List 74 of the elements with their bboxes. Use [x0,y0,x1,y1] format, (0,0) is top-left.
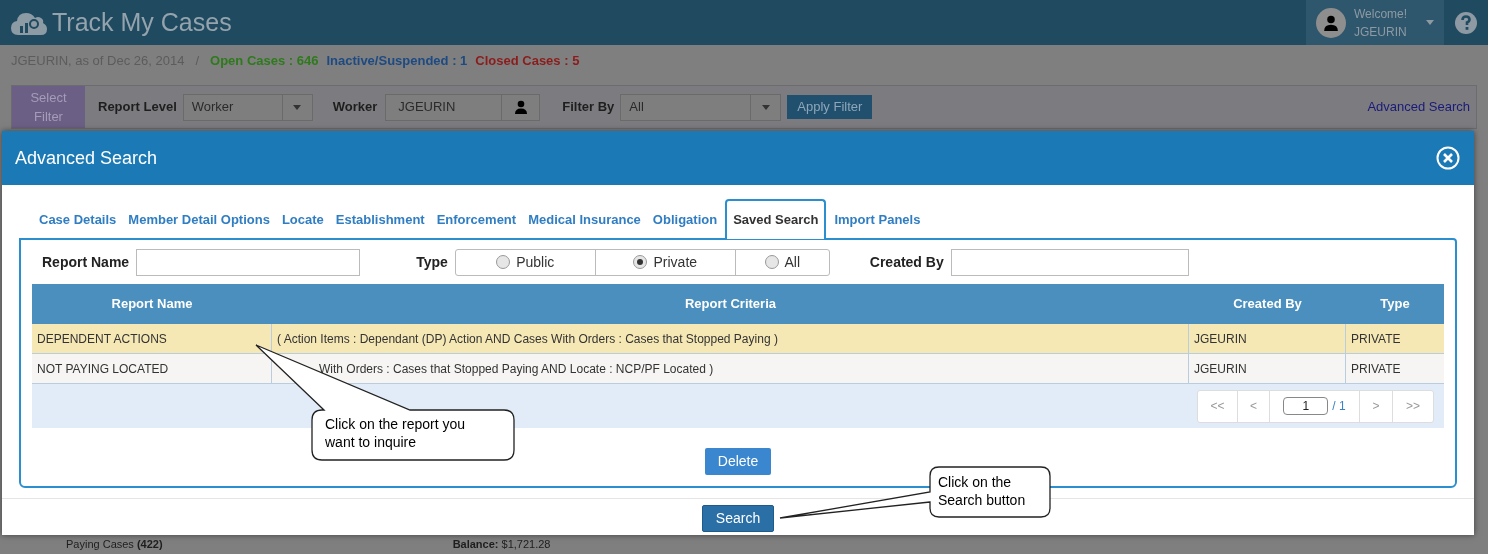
field-label: Filter By [562,98,615,117]
table-cell-text: JGEURIN [1194,330,1247,348]
field-label: Created By [869,252,944,272]
column-header: Report Criteria [685,295,776,314]
report-level-dropdown[interactable]: Worker [182,93,313,121]
tab[interactable]: Import Panels [828,202,927,238]
user-menu[interactable]: Welcome! JGEURIN [1306,0,1444,45]
close-icon[interactable] [1436,146,1460,170]
tab[interactable]: Saved Search [725,199,827,239]
table-cell-text: PRIVATE [1351,360,1401,378]
caret-icon [293,104,302,110]
case-count: Open Cases : 646 [210,52,319,71]
table-cell-text: JGEURIN [1194,360,1247,378]
callout-text: Click on the Search button [938,473,1027,509]
report-name-field[interactable] [136,248,361,276]
dropdown-value: All [628,98,645,117]
page-number-field[interactable]: 1 [1283,397,1329,415]
page-total: / 1 [1332,398,1346,415]
tab[interactable]: Enforcement [430,202,523,238]
table-cell-text: DEPENDENT ACTIONS [37,330,167,348]
separator-text: / [194,52,201,71]
person-icon [513,100,528,114]
app-title: Track My Cases [52,6,232,38]
dialog-title: Advanced Search [15,146,158,170]
balance-text: Balance: $1,721.28 [452,536,551,551]
advanced-search-link[interactable]: Advanced Search [1367,97,1470,117]
filter-by-dropdown[interactable]: All [620,93,782,121]
tab[interactable]: Case Details [33,202,123,238]
callout-text: Click on the report you want to inquire [325,415,467,451]
case-count: Inactive/Suspended : 1 [326,52,468,71]
tab[interactable]: Member Detail Options [122,202,276,238]
tab[interactable]: Establishment [329,202,431,238]
type-radio-option[interactable]: Private [595,249,736,275]
next-page-button[interactable]: > [1360,390,1393,422]
previous-page-button[interactable]: < [1238,390,1270,422]
tab[interactable]: Medical Insurance [522,202,647,238]
tab[interactable]: Obligation [646,202,724,238]
person-icon [1323,14,1339,31]
search-button[interactable]: Search [701,504,775,532]
table-cell-text: PRIVATE [1351,330,1401,348]
field-label: Report Name [42,252,130,272]
table-cell-text: With Orders : Cases that Stopped Paying AND Locate : NCP/PF Located ) [319,360,714,378]
column-header: Created By [1233,295,1302,314]
field-label: Report Level [98,98,177,117]
select-filter-tab[interactable]: Select Filter [12,86,85,128]
last-page-button[interactable]: >> [1393,390,1433,422]
created-by-field[interactable] [950,248,1189,276]
column-header: Report Name [111,295,193,314]
dropdown-value: Worker [190,98,235,117]
worker-field[interactable]: JGEURIN [385,93,541,121]
type-radio-option[interactable]: All [735,249,829,275]
column-header: Type [1380,295,1410,314]
radio-label: Public [516,252,555,272]
field-value: JGEURIN [397,98,457,117]
radio-label: All [784,252,801,272]
first-page-button[interactable]: << [1198,390,1238,422]
help-icon[interactable] [1455,11,1477,34]
caret-icon [761,104,770,110]
caret-icon [1426,20,1434,25]
tab[interactable]: Locate [275,202,330,238]
welcome-text: Welcome! [1354,5,1408,23]
field-label: Worker [332,98,378,117]
paying-cases-text: Paying Cases (422) [66,536,163,551]
table-cell-text: ( Action Items : Dependant (DP) Action AND Cases With Orders : Cases that Stopped Paying ) [277,330,778,348]
table-row[interactable]: NOT PAYING LOCATED With Orders : Cases that Stopped Paying AND Locate : NCP/PF Located ) JGEURIN PRIVATE [32,354,1444,384]
user-name: JGEURIN [1354,23,1408,41]
apply-filter-button[interactable]: Apply Filter [787,95,873,119]
type-radio-option[interactable]: Public [455,249,596,275]
table-cell-text: NOT PAYING LOCATED [37,360,169,378]
case-count: Closed Cases : 5 [475,52,580,71]
radio-label: Private [653,252,698,272]
field-label: Type [416,252,448,272]
delete-button[interactable]: Delete [704,448,772,475]
table-row[interactable]: DEPENDENT ACTIONS ( Action Items : Dependant (DP) Action AND Cases With Orders : Cases that Stopped Paying ) JGEURIN PRIVATE [32,324,1444,354]
